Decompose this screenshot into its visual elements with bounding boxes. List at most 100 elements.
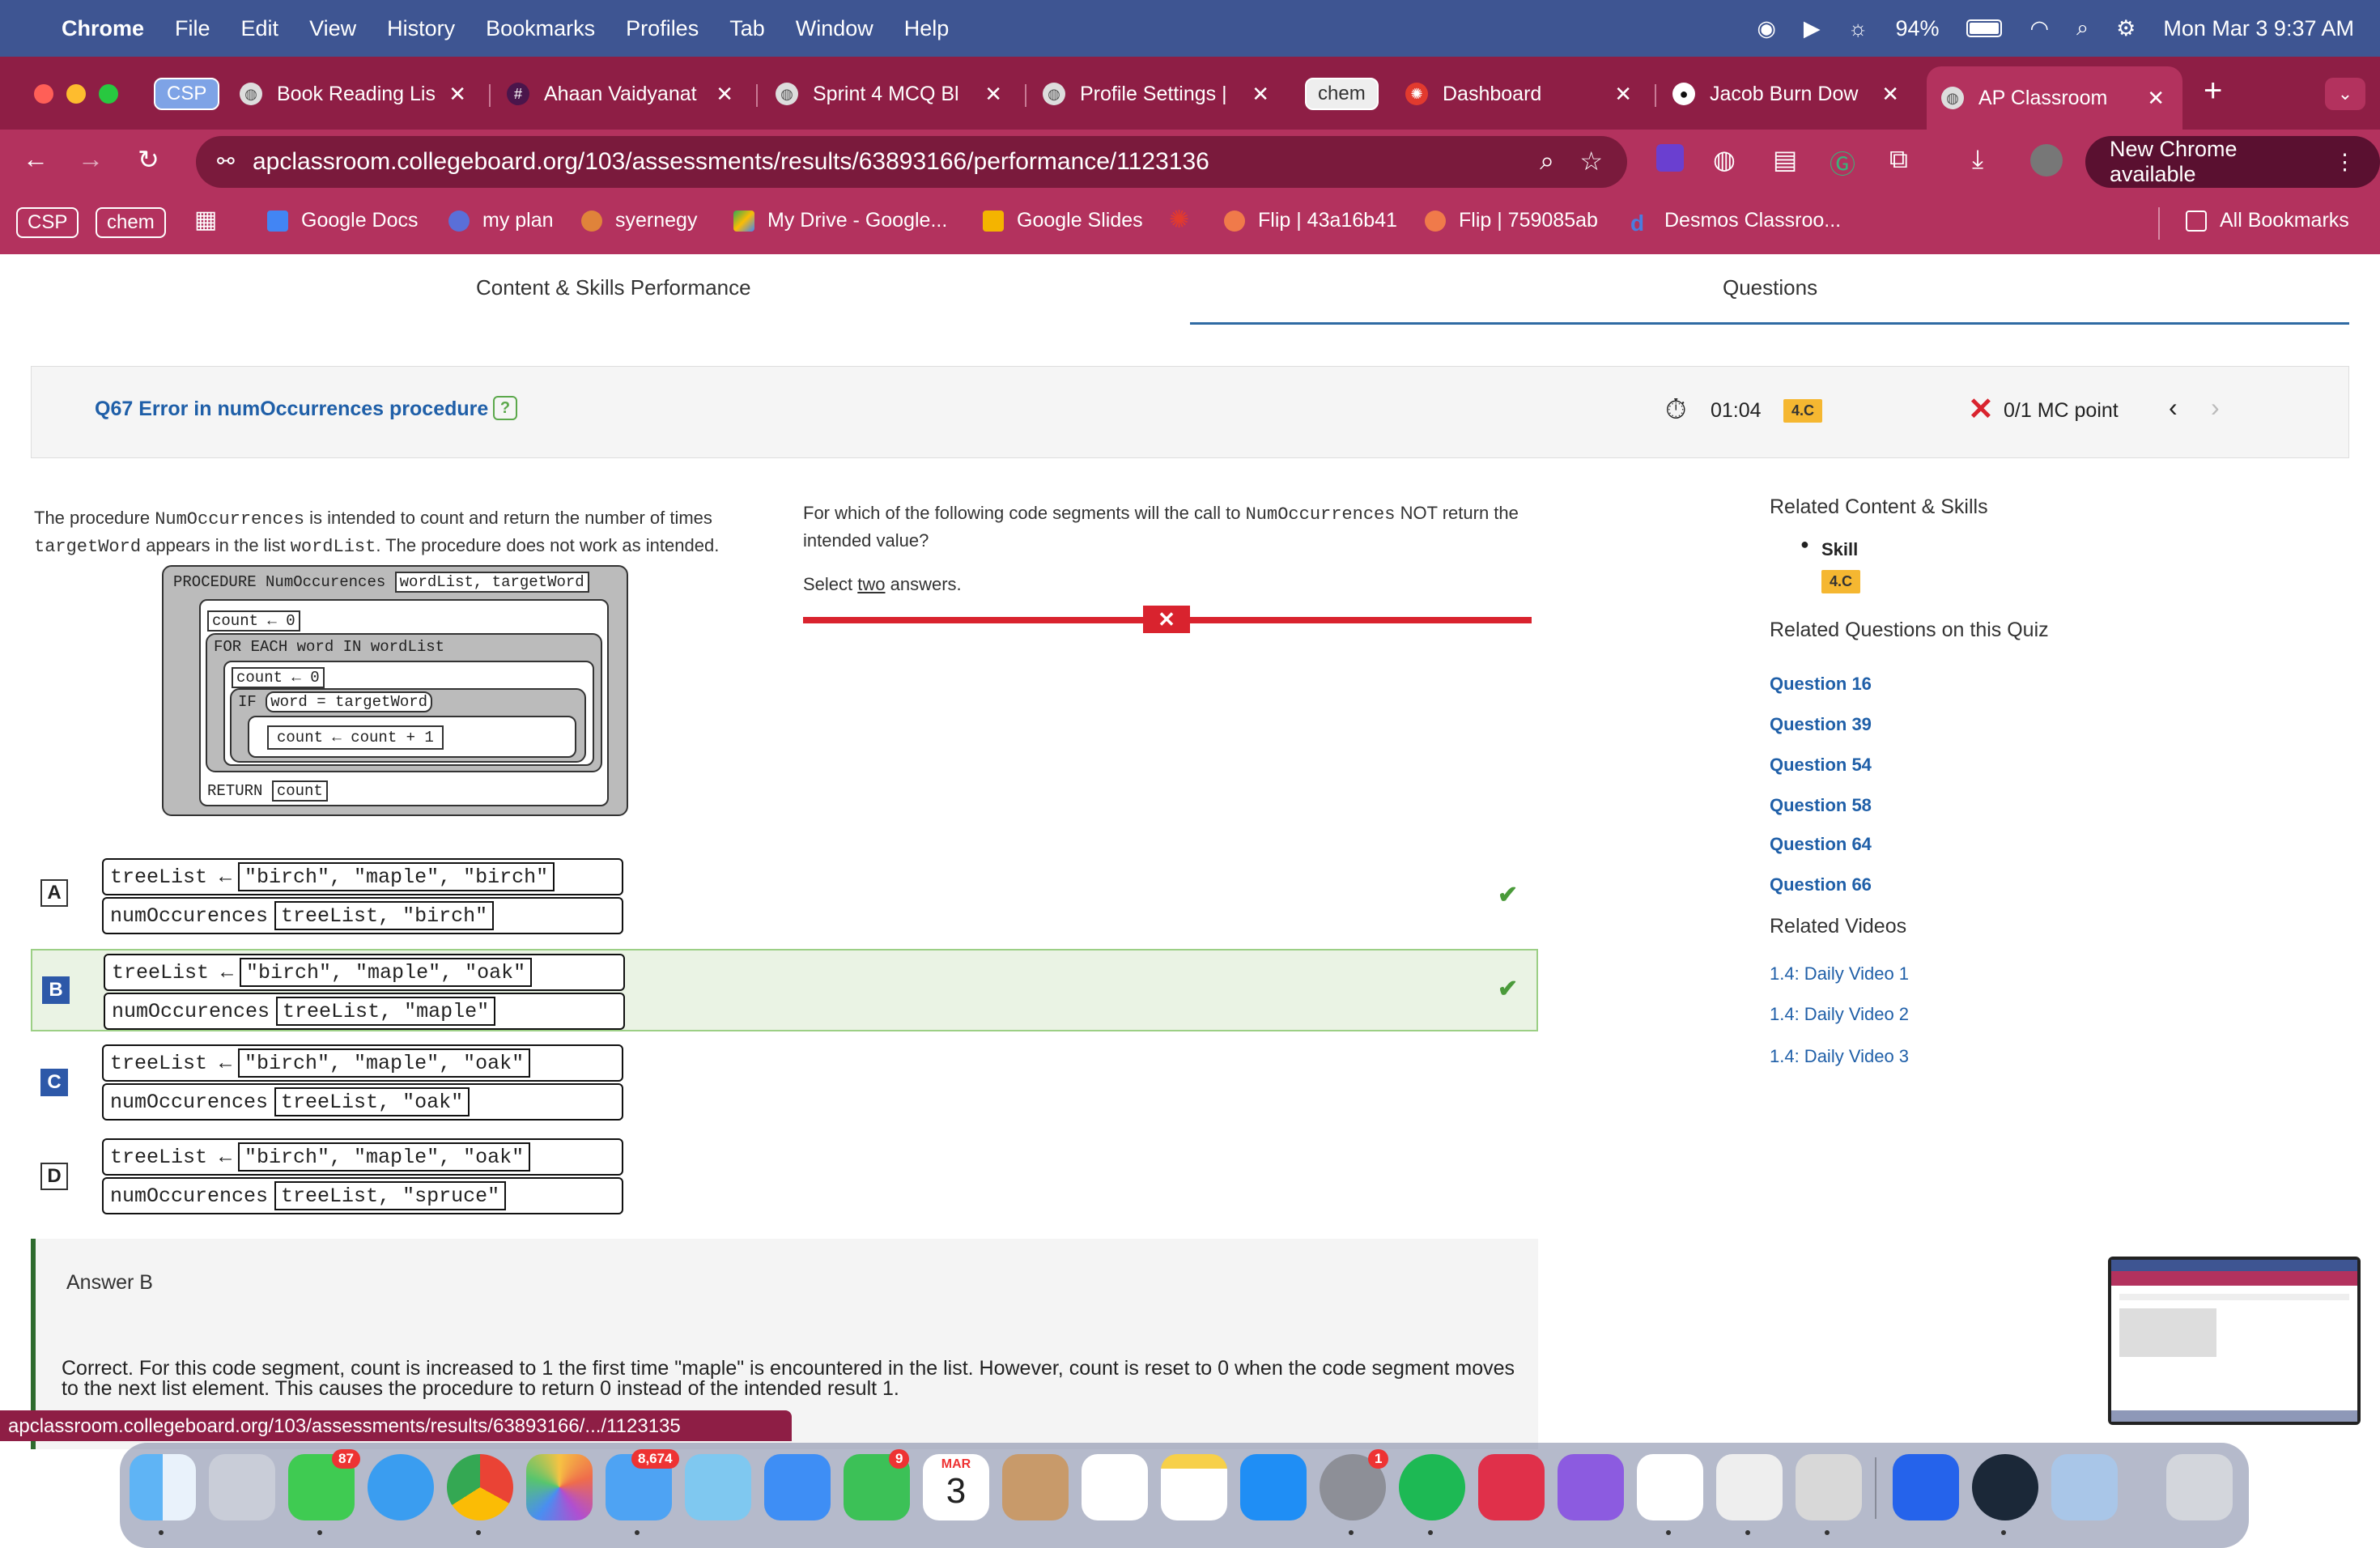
next-question-icon[interactable]: › [2211,393,2220,423]
security-shield-icon[interactable] [1893,1454,1959,1520]
tab-close-icon[interactable]: ✕ [1881,82,1899,107]
menu-tab[interactable]: Tab [729,16,765,41]
related-video-link[interactable]: 1.4: Daily Video 1 [1770,963,1909,985]
bookmark-flip-1[interactable]: Flip | 43a16b41 [1224,209,1397,232]
tab-close-icon[interactable]: ✕ [716,82,733,107]
site-info-icon[interactable]: ⚯ [217,149,235,174]
window-zoom-button[interactable] [99,84,118,104]
tab-group-csp[interactable]: CSP [154,78,220,110]
related-question-link[interactable]: Question 16 [1770,674,1872,695]
answer-letter[interactable]: B [42,976,70,1004]
download-icon[interactable]: ⤓ [1972,144,1983,175]
contacts-icon[interactable] [1002,1454,1069,1520]
related-question-link[interactable]: Question 64 [1770,834,1872,855]
tab-ahaan-vaidyanathan[interactable]: # Ahaan Vaidyanat ✕ [507,66,742,121]
steam-icon[interactable] [1972,1454,2038,1520]
reminders-icon[interactable] [1082,1454,1148,1520]
tab-content-skills-performance[interactable]: Content & Skills Performance [476,275,751,300]
canvas-icon[interactable]: ✺ [1169,206,1189,234]
menubar-datetime[interactable]: Mon Mar 3 9:37 AM [2163,16,2354,41]
tab-jacob-burn[interactable]: ● Jacob Burn Dow ✕ [1672,66,1907,121]
address-bar[interactable]: ⚯ apclassroom.collegeboard.org/103/asses… [196,136,1627,188]
play-icon[interactable]: ▶ [1804,16,1821,41]
answer-option-b[interactable]: B treeList ← "birch", "maple", "oak" numO… [31,949,1538,1031]
bookmark-my-plan[interactable]: my plan [448,209,554,232]
answer-letter[interactable]: D [40,1163,68,1190]
window-minimize-button[interactable] [66,84,86,104]
vscode-icon[interactable] [1637,1454,1703,1520]
more-menu-icon[interactable]: ⋮ [2334,150,2356,175]
bookmark-my-drive[interactable]: My Drive - Google... [733,209,947,232]
zoom-icon[interactable]: ⌕ [1540,146,1554,176]
menu-help[interactable]: Help [904,16,950,41]
menu-edit[interactable]: Edit [241,16,279,41]
preview-icon[interactable] [2051,1454,2118,1520]
tab-sprint-4-mcq[interactable]: ◍ Sprint 4 MCQ Bl ✕ [776,66,1010,121]
launchpad-icon[interactable] [209,1454,275,1520]
maps-icon[interactable] [685,1454,751,1520]
window-close-button[interactable] [34,84,53,104]
bookmark-google-slides[interactable]: Google Slides [983,209,1143,232]
menu-chrome[interactable]: Chrome [62,16,144,41]
tab-close-icon[interactable]: ✕ [984,82,1002,107]
photos-icon[interactable] [526,1454,593,1520]
extensions-puzzle-icon[interactable]: ⧉ [1889,144,1908,175]
control-center-icon[interactable]: ⚙ [2116,16,2136,41]
menu-view[interactable]: View [309,16,356,41]
menu-bookmarks[interactable]: Bookmarks [486,16,595,41]
answer-option-c[interactable]: C treeList ← "birch", "maple", "oak" numO… [31,1041,1538,1130]
menu-profiles[interactable]: Profiles [626,16,699,41]
new-chrome-available-button[interactable]: New Chrome available ⋮ [2085,136,2380,188]
menu-file[interactable]: File [175,16,210,41]
trash-icon[interactable] [2166,1454,2233,1520]
tab-questions[interactable]: Questions [1723,275,1817,300]
related-question-link[interactable]: Question 39 [1770,714,1872,735]
profile-avatar[interactable] [2030,144,2063,176]
answer-option-d[interactable]: D treeList ← "birch", "maple", "oak" numO… [31,1135,1538,1224]
forward-icon[interactable]: → [78,144,104,174]
reload-icon[interactable]: ↻ [138,144,159,175]
feedback-icon[interactable] [1558,1454,1624,1520]
menu-window[interactable]: Window [796,16,873,41]
back-icon[interactable]: ← [23,144,49,174]
tab-close-icon[interactable]: ✕ [2147,86,2165,111]
keynote-icon[interactable] [764,1454,831,1520]
bookmark-star-icon[interactable]: ☆ [1579,146,1603,176]
bookmark-group-csp[interactable]: CSP [16,207,79,238]
new-tab-icon[interactable]: + [2204,73,2222,109]
brightness-icon[interactable]: ☼ [1848,16,1868,41]
screenshot-thumbnail[interactable] [2108,1257,2361,1425]
help-icon[interactable]: ? [493,396,517,420]
apps-grid-icon[interactable]: ▦ [194,206,217,234]
creative-cloud-icon[interactable] [1478,1454,1545,1520]
tab-dashboard[interactable]: ✺ Dashboard ✕ [1405,66,1640,121]
tab-close-icon[interactable]: ✕ [1614,82,1632,107]
answer-option-a[interactable]: A treeList ← "birch", "maple", "birch" nu… [31,852,1538,941]
extension-globe-icon[interactable]: ◍ [1713,144,1736,175]
roblox-icon[interactable] [1716,1454,1783,1520]
menu-history[interactable]: History [387,16,455,41]
related-question-link[interactable]: Question 58 [1770,795,1872,816]
spotlight-search-icon[interactable]: ⌕ [2076,15,2089,41]
tab-close-icon[interactable]: ✕ [448,82,466,107]
simulator-icon[interactable] [1796,1454,1862,1520]
extension-icon[interactable] [1656,144,1684,172]
tab-group-chem[interactable]: chem [1305,78,1379,110]
app-store-icon[interactable] [1240,1454,1307,1520]
battery-icon[interactable] [1966,19,2003,37]
notes-icon[interactable] [1161,1454,1227,1520]
bookmark-syernegy[interactable]: syernegy [581,209,697,232]
tab-search-icon[interactable]: ⌄ [2325,78,2365,110]
bookmark-google-docs[interactable]: Google Docs [267,209,419,232]
safari-icon[interactable] [368,1454,434,1520]
related-question-link[interactable]: Question 54 [1770,755,1872,776]
finder-icon[interactable] [130,1454,196,1520]
related-question-link[interactable]: Question 66 [1770,874,1872,895]
focus-icon[interactable]: ◉ [1757,16,1776,41]
answer-letter[interactable]: A [40,879,68,907]
grammarly-icon[interactable]: Ⓖ [1830,144,1855,181]
tab-book-reading-list[interactable]: ◍ Book Reading Lis ✕ [240,66,474,121]
tab-profile-settings[interactable]: ◍ Profile Settings | ✕ [1043,66,1277,121]
related-video-link[interactable]: 1.4: Daily Video 2 [1770,1004,1909,1025]
previous-question-icon[interactable]: ‹ [2169,393,2178,423]
